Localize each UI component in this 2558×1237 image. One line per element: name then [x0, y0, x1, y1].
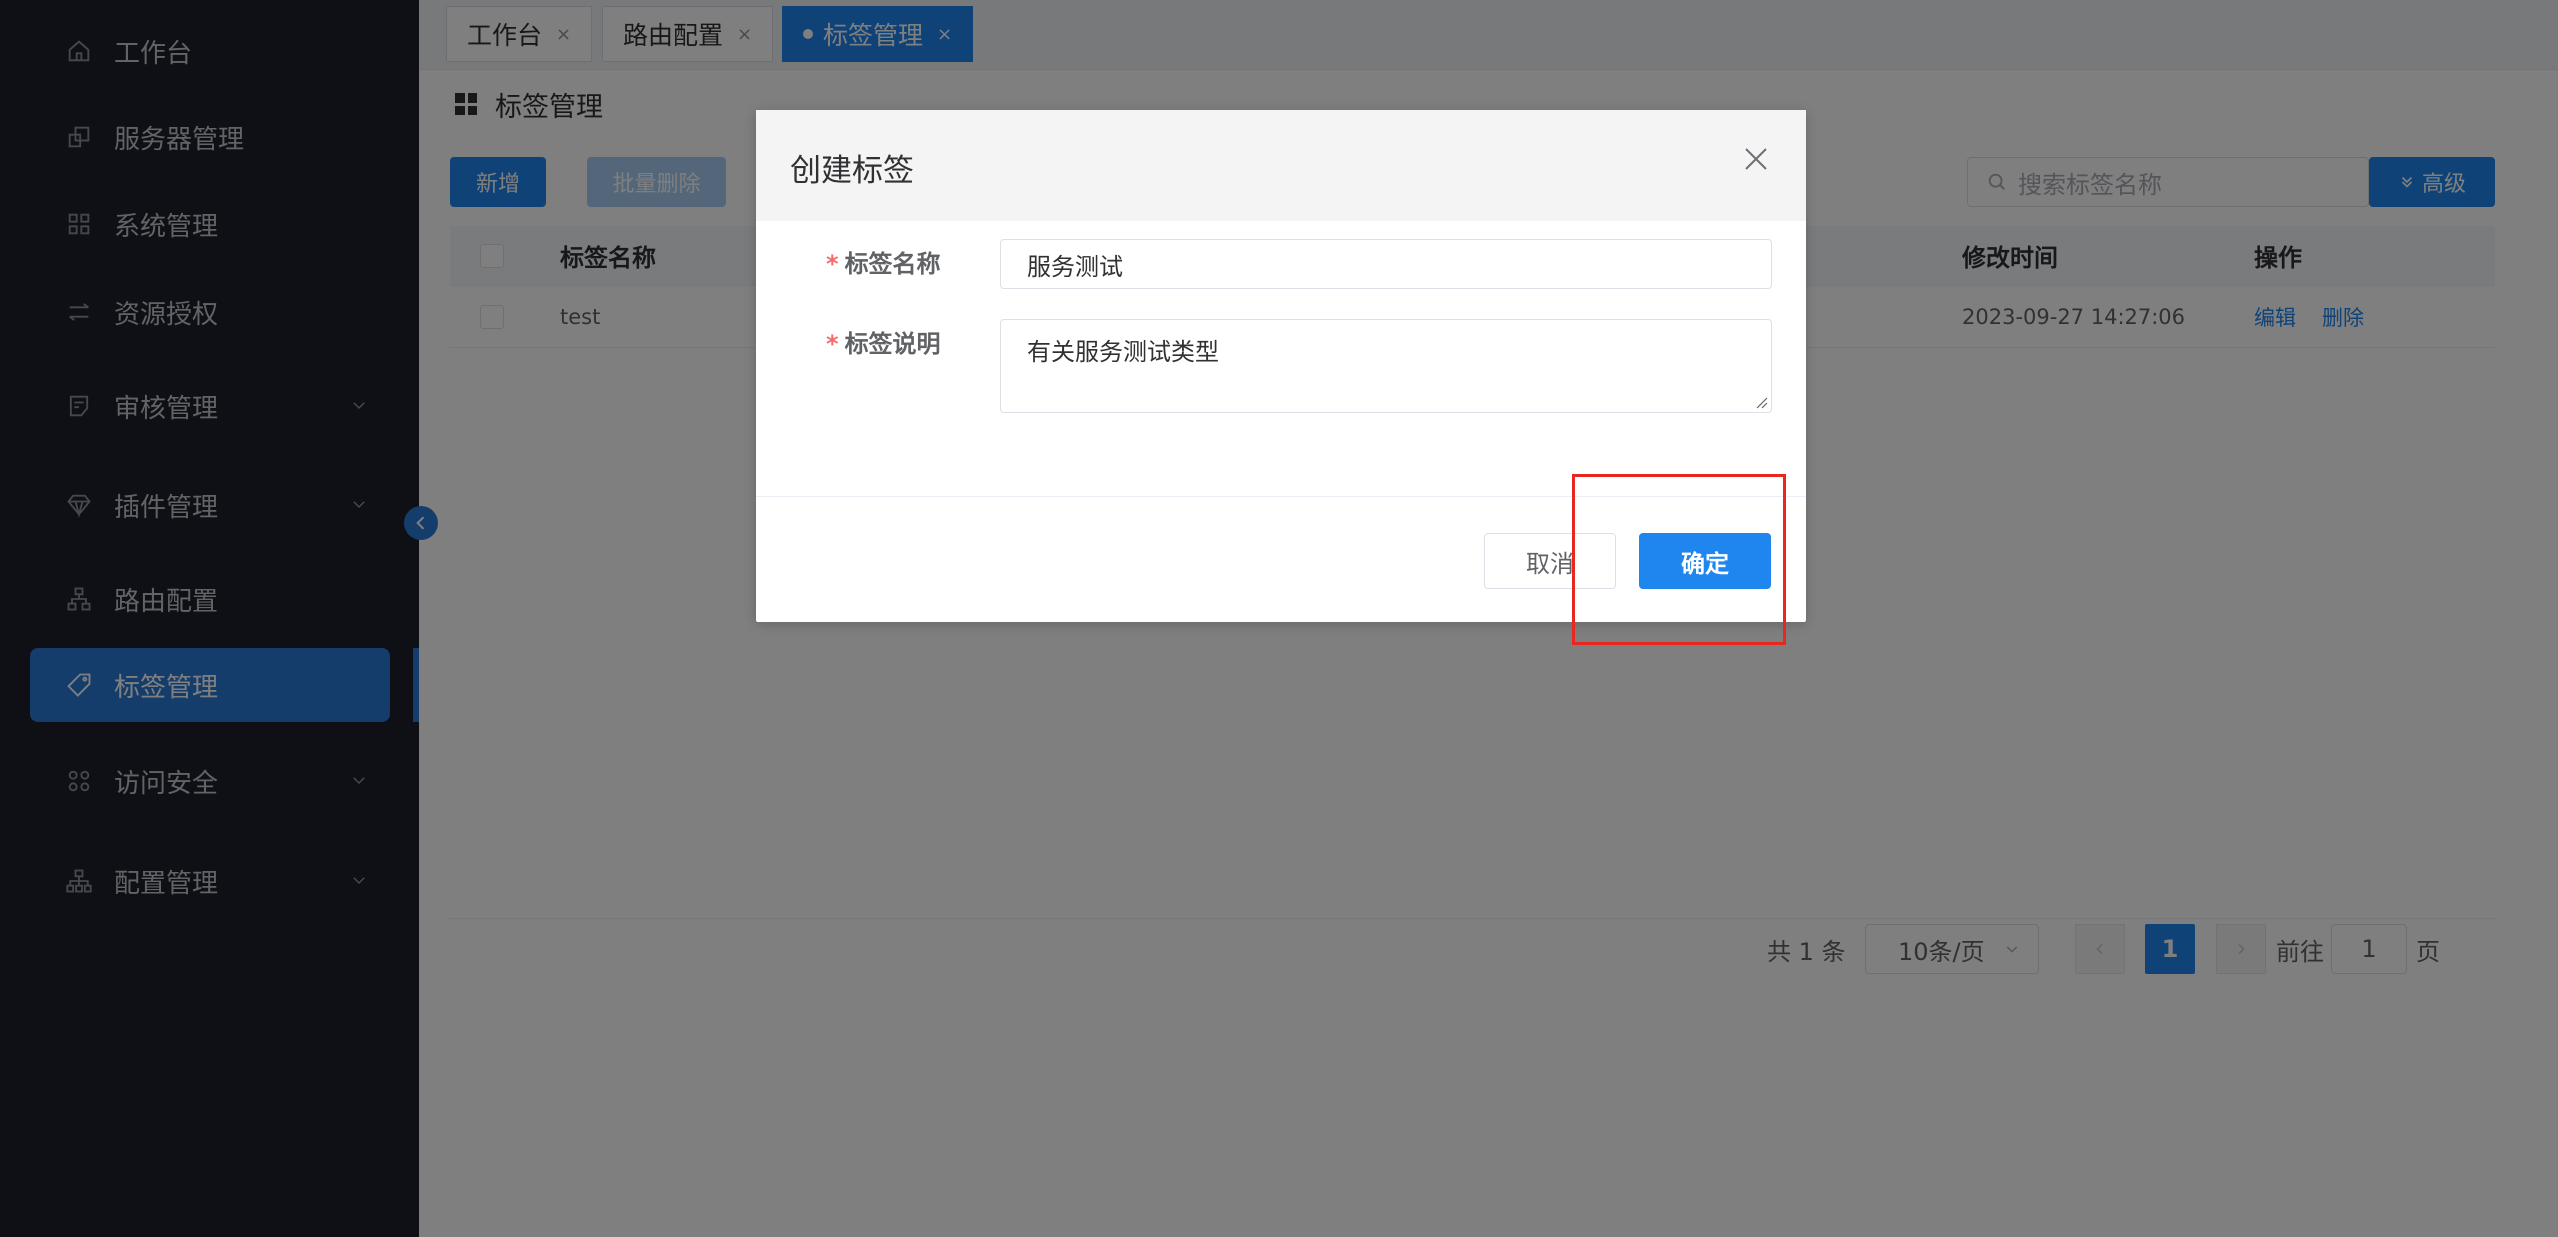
tag-desc-value: 有关服务测试类型 — [1027, 338, 1219, 366]
required-mark: * — [826, 330, 839, 358]
tag-desc-label-text: 标签说明 — [844, 330, 941, 358]
tag-name-input[interactable]: 服务测试 — [1000, 239, 1772, 289]
tag-name-label-text: 标签名称 — [844, 250, 941, 278]
tag-desc-textarea[interactable]: 有关服务测试类型 — [1000, 319, 1772, 413]
required-mark: * — [826, 250, 839, 278]
resize-handle-icon[interactable] — [1754, 395, 1768, 409]
tag-name-label: * 标签名称 — [826, 244, 941, 279]
annotation-highlight-box — [1572, 474, 1786, 645]
dialog-header: 创建标签 — [756, 110, 1806, 221]
tag-desc-label: * 标签说明 — [826, 324, 941, 359]
dialog-title: 创建标签 — [790, 153, 914, 189]
close-icon[interactable] — [1741, 144, 1771, 174]
